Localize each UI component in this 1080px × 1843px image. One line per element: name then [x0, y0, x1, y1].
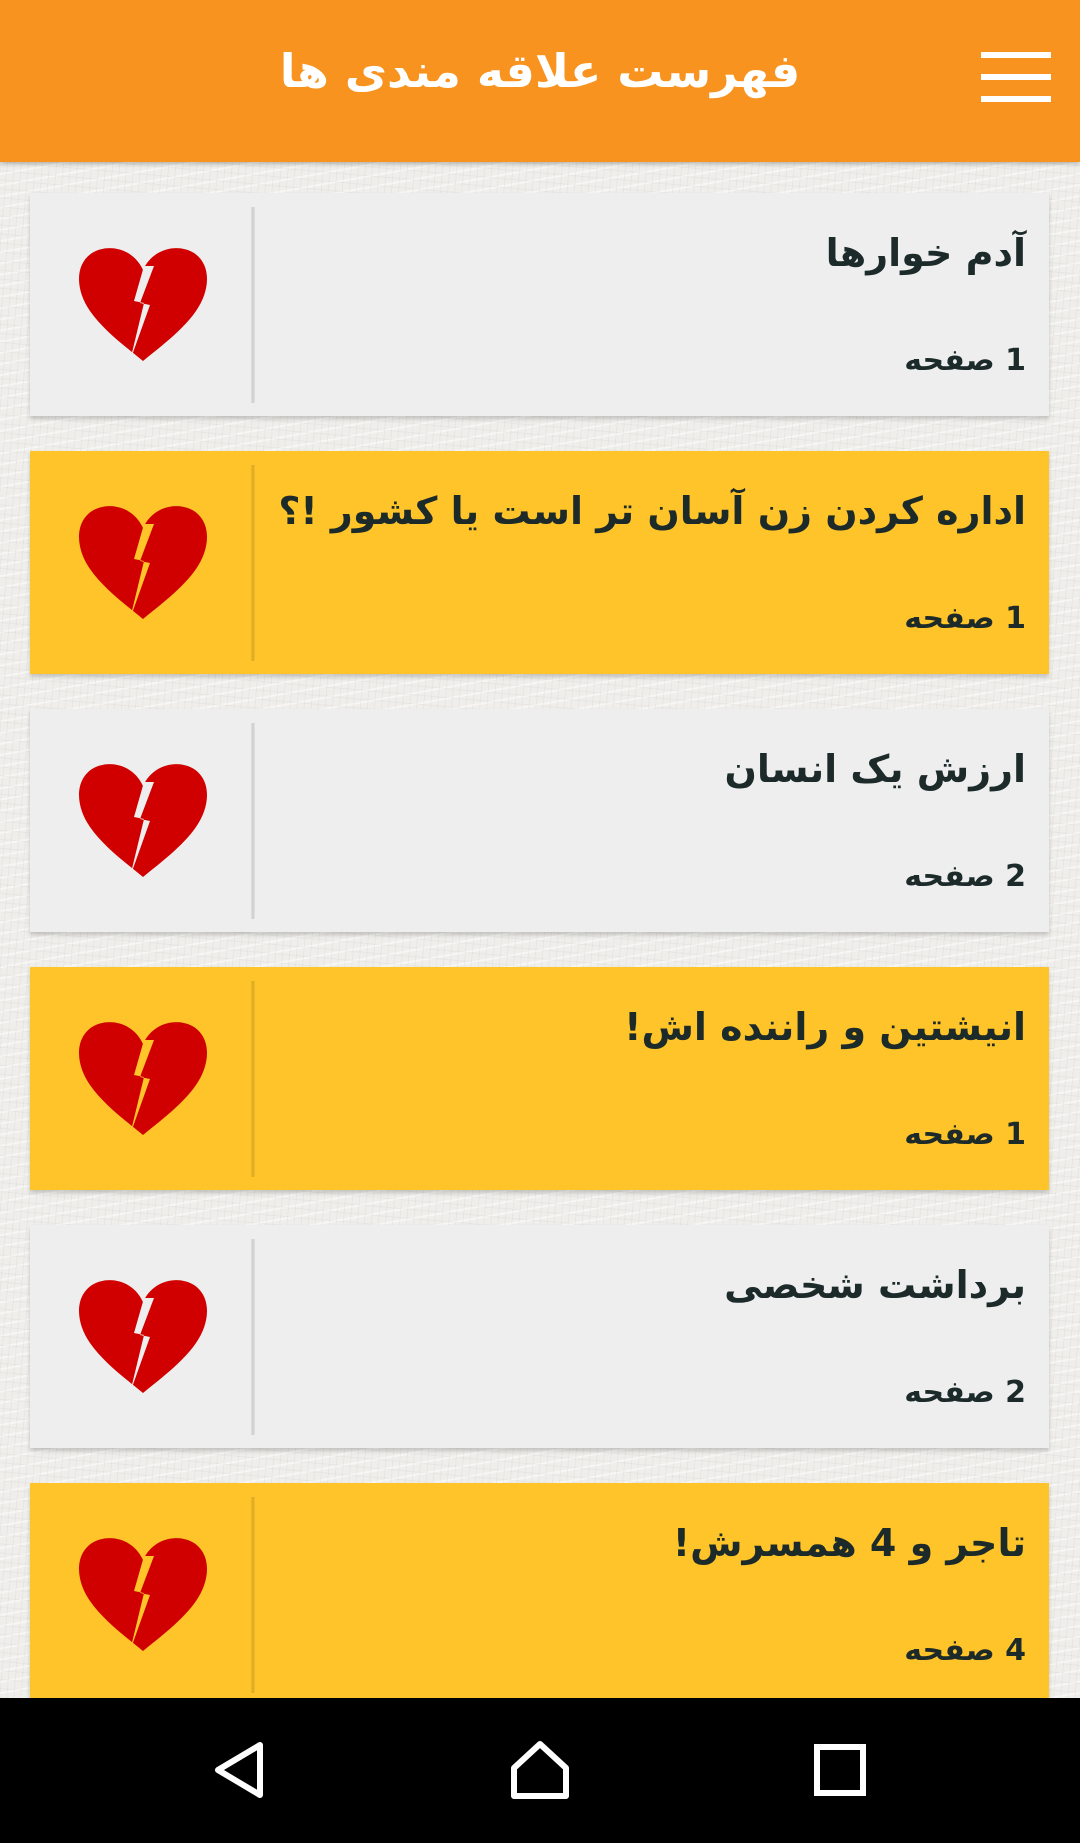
back-triangle-icon[interactable]	[180, 1718, 300, 1823]
item-page-count: 2 صفحه	[904, 1375, 1026, 1410]
hamburger-menu-icon[interactable]	[975, 52, 1057, 106]
item-title: ارزش یک انسان	[724, 747, 1026, 791]
page-title: فهرست علاقه مندی ها	[279, 44, 801, 98]
divider	[251, 207, 255, 403]
item-page-count: 1 صفحه	[904, 343, 1026, 378]
divider	[251, 1497, 255, 1693]
divider	[251, 465, 255, 661]
item-page-count: 1 صفحه	[904, 601, 1026, 636]
item-page-count: 2 صفحه	[904, 859, 1026, 894]
broken-heart-icon	[30, 1225, 252, 1448]
divider	[251, 1239, 255, 1435]
recents-square-icon[interactable]	[780, 1718, 900, 1823]
item-title: اداره کردن زن آسان تر است یا کشور !؟	[278, 489, 1026, 533]
item-title: آدم خوارها	[825, 231, 1026, 275]
item-title: برداشت شخصی	[724, 1263, 1026, 1307]
home-icon[interactable]	[480, 1718, 600, 1823]
broken-heart-icon	[30, 709, 252, 932]
app-bar: فهرست علاقه مندی ها	[0, 0, 1080, 162]
broken-heart-icon	[30, 193, 252, 416]
list-item[interactable]: اداره کردن زن آسان تر است یا کشور !؟ 1 ص…	[30, 451, 1049, 674]
list-item[interactable]: انیشتین و راننده اش! 1 صفحه	[30, 967, 1049, 1190]
broken-heart-icon	[30, 1483, 252, 1698]
divider	[251, 981, 255, 1177]
favorites-list[interactable]: آدم خوارها 1 صفحه اداره کردن زن آسان تر …	[0, 162, 1080, 1698]
list-item[interactable]: آدم خوارها 1 صفحه	[30, 193, 1049, 416]
broken-heart-icon	[30, 967, 252, 1190]
item-title: انیشتین و راننده اش!	[624, 1005, 1026, 1049]
item-page-count: 1 صفحه	[904, 1117, 1026, 1152]
list-item[interactable]: ارزش یک انسان 2 صفحه	[30, 709, 1049, 932]
item-page-count: 4 صفحه	[904, 1633, 1026, 1668]
item-title: تاجر و 4 همسرش!	[672, 1521, 1026, 1565]
broken-heart-icon	[30, 451, 252, 674]
divider	[251, 723, 255, 919]
system-nav-bar	[0, 1698, 1080, 1843]
list-item[interactable]: تاجر و 4 همسرش! 4 صفحه	[30, 1483, 1049, 1698]
list-item[interactable]: برداشت شخصی 2 صفحه	[30, 1225, 1049, 1448]
